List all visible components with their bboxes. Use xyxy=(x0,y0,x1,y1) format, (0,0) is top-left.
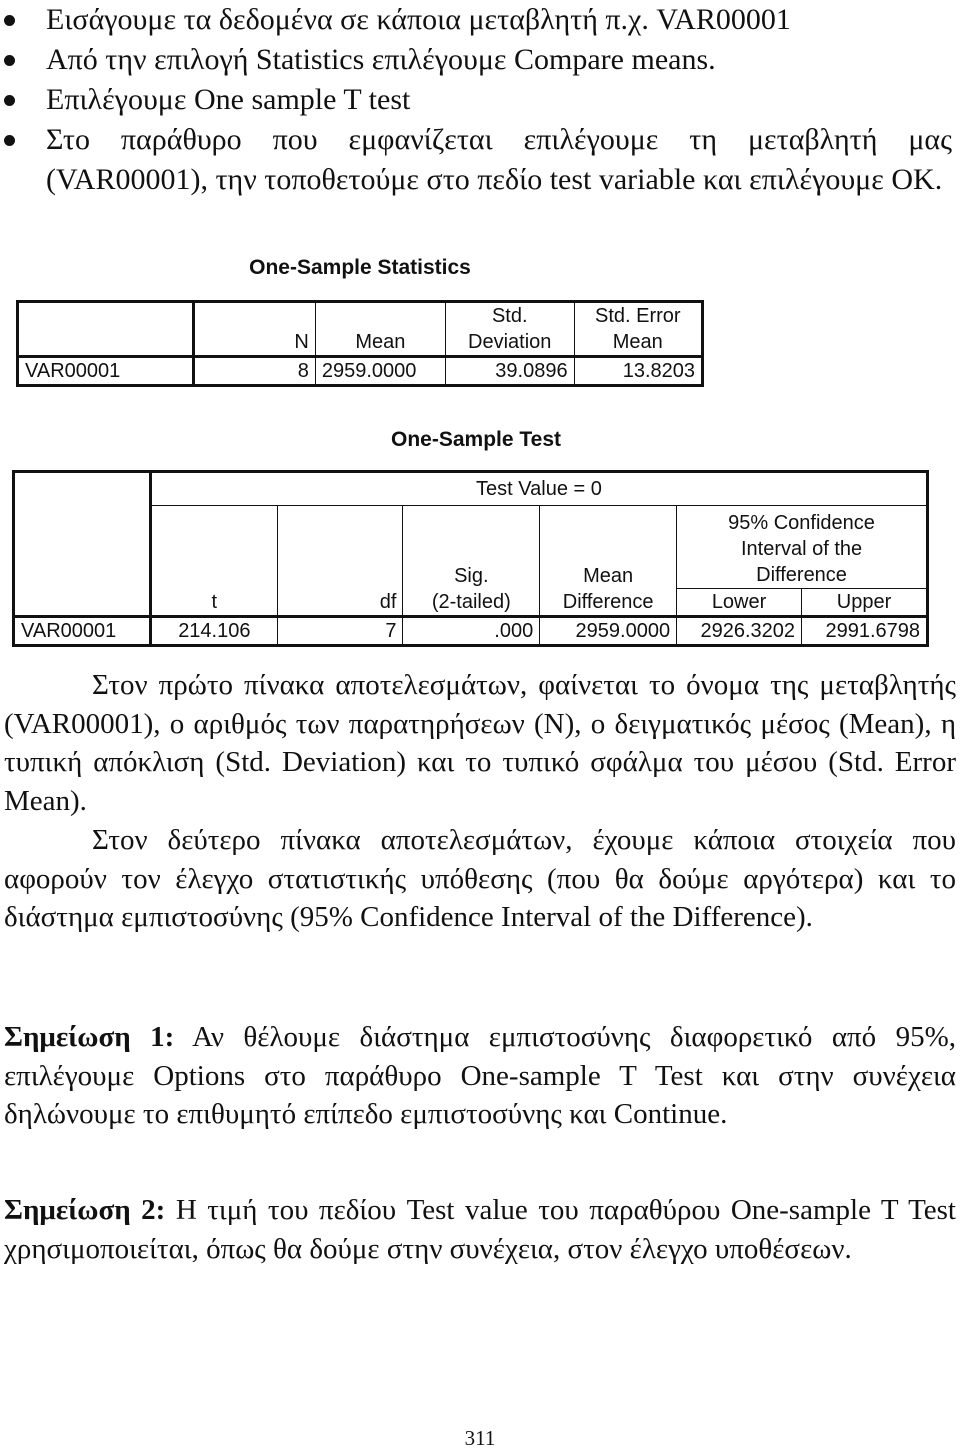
one-sample-test-table: Test Value = 0 t df Sig. (2-tailed) Mean… xyxy=(12,470,929,647)
explanation-paragraph-1: Στον πρώτο πίνακα αποτελεσμάτων, φαίνετα… xyxy=(4,666,956,820)
table1-cell-std-dev: 39.0896 xyxy=(444,355,575,386)
table2-cell-sig: .000 xyxy=(402,615,541,646)
note-label: Σημείωση 2: xyxy=(4,1194,166,1226)
paragraph-text: Στον δεύτερο πίνακα αποτελεσμάτων, έχουμ… xyxy=(4,824,956,933)
header-line: (2-tailed) xyxy=(431,591,511,613)
table2-header-t: t xyxy=(149,505,278,617)
table-row: VAR00001 8 2959.0000 39.0896 13.8203 xyxy=(16,355,704,386)
table2-cell-df: 7 xyxy=(276,615,404,646)
table2-cell-lower: 2926.3202 xyxy=(676,615,803,646)
one-sample-statistics-table: N Mean Std. Deviation Std. Error Mean VA… xyxy=(16,300,704,387)
header-line: Std. xyxy=(491,305,528,327)
table2-title: One-Sample Test xyxy=(391,428,561,451)
header-line: Mean xyxy=(612,331,663,353)
bullet-text: Από την επιλογή Statistics επιλέγουμε Co… xyxy=(46,43,716,76)
instruction-list: Εισάγουμε τα δεδομένα σε κάποια μεταβλητ… xyxy=(0,0,960,200)
bullet-icon xyxy=(4,15,15,26)
table2-cell-t: 214.106 xyxy=(149,615,278,646)
table1-cell-mean: 2959.0000 xyxy=(314,355,446,386)
bullet-icon xyxy=(4,135,15,146)
table1-row-label: VAR00001 xyxy=(16,355,196,386)
table1-header-n: N xyxy=(193,301,316,357)
explanation-paragraph-2: Στον δεύτερο πίνακα αποτελεσμάτων, έχουμ… xyxy=(4,821,956,937)
bullet-icon xyxy=(4,55,15,66)
bullet-item: Επιλέγουμε One sample T test xyxy=(0,80,960,120)
table2-cell-upper: 2991.6798 xyxy=(801,615,928,646)
table2-header-row-2: t df Sig. (2-tailed) Mean Difference 95%… xyxy=(14,505,928,617)
note-label: Σημείωση 1: xyxy=(4,1021,175,1053)
header-line: Difference xyxy=(562,591,654,613)
note-1: Σημείωση 1: Αν θέλουμε διάστημα εμπιστοσ… xyxy=(4,1018,956,1134)
bullet-text: Επιλέγουμε One sample T test xyxy=(46,83,411,116)
table1-cell-n: 8 xyxy=(193,355,316,386)
table2-header-mean-diff: Mean Difference xyxy=(539,505,678,617)
header-line: Difference xyxy=(756,564,847,586)
table1-title: One-Sample Statistics xyxy=(249,256,471,279)
table2-test-value-header: Test Value = 0 xyxy=(149,471,929,506)
table-row: VAR00001 214.106 7 .000 2959.0000 2926.3… xyxy=(13,615,928,646)
header-line: Deviation xyxy=(468,331,552,353)
table2-header-df: df xyxy=(276,505,404,617)
table2-header-ci: 95% Confidence Interval of the Differenc… xyxy=(676,505,928,589)
table1-header-row: N Mean Std. Deviation Std. Error Mean xyxy=(16,301,704,357)
table1-corner-cell xyxy=(16,301,196,357)
header-line: Std. Error xyxy=(595,305,681,327)
bullet-item: Από την επιλογή Statistics επιλέγουμε Co… xyxy=(0,40,960,80)
header-line: 95% Confidence xyxy=(728,512,875,534)
table2-cell-mean-diff: 2959.0000 xyxy=(539,615,678,646)
page-number: 311 xyxy=(464,1426,496,1450)
header-line: Interval of the xyxy=(740,538,863,560)
header-line: Sig. xyxy=(454,565,489,587)
paragraph-text: Στον πρώτο πίνακα αποτελεσμάτων, φαίνετα… xyxy=(4,669,956,817)
table1-header-std-dev: Std. Deviation xyxy=(444,301,575,357)
table1-header-std-err: Std. Error Mean xyxy=(573,301,704,357)
note-2: Σημείωση 2: Η τιμή του πεδίου Test value… xyxy=(4,1191,956,1268)
table2-header-lower: Lower xyxy=(676,588,803,617)
bullet-text: Εισάγουμε τα δεδομένα σε κάποια μεταβλητ… xyxy=(46,3,791,36)
table2-header-sig: Sig. (2-tailed) xyxy=(402,505,541,617)
table1-cell-std-err: 13.8203 xyxy=(573,355,704,386)
table1-header-mean: Mean xyxy=(314,301,446,357)
table2-corner-cell xyxy=(13,471,152,617)
bullet-icon xyxy=(4,95,15,106)
table2-header-row-1: Test Value = 0 xyxy=(13,471,929,617)
table2-header-upper: Upper xyxy=(801,588,928,617)
table2-row-label: VAR00001 xyxy=(13,615,152,646)
bullet-item: Εισάγουμε τα δεδομένα σε κάποια μεταβλητ… xyxy=(0,0,960,40)
header-line: Mean xyxy=(583,565,634,587)
bullet-item: Στο παράθυρο που εμφανίζεται επιλέγουμε … xyxy=(0,120,960,200)
bullet-text: Στο παράθυρο που εμφανίζεται επιλέγουμε … xyxy=(46,123,952,196)
